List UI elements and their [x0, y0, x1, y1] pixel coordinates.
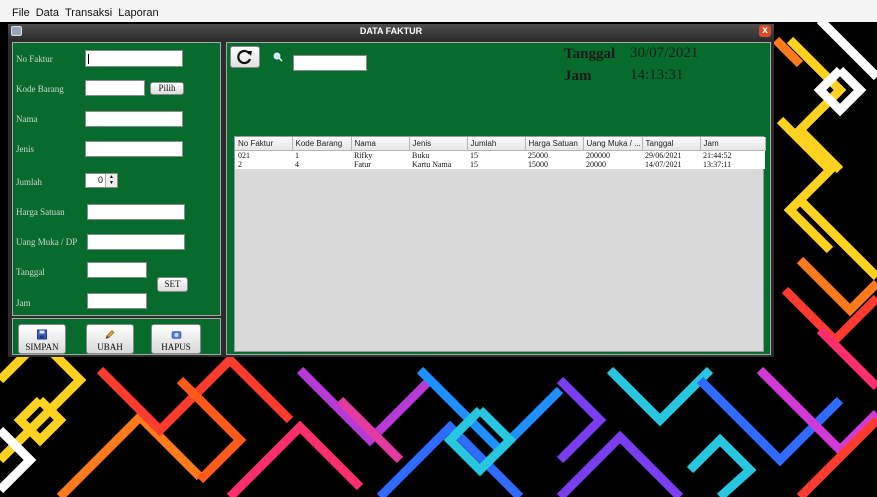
label-jenis: Jenis: [16, 144, 34, 154]
kode-barang-input[interactable]: [85, 80, 145, 96]
window-titlebar[interactable]: DATA FAKTUR x: [8, 24, 774, 39]
table-cell: Kartu Nama: [409, 160, 467, 169]
column-header[interactable]: Kode Barang: [292, 137, 352, 151]
label-harga-satuan: Harga Satuan: [16, 207, 65, 217]
table-cell: 15: [467, 160, 525, 169]
search-icon[interactable]: [273, 52, 283, 62]
tanggal-input[interactable]: [87, 262, 147, 278]
table-cell: 200000: [583, 150, 642, 160]
column-header[interactable]: No Faktur: [235, 137, 293, 151]
hapus-button[interactable]: HAPUS: [151, 324, 201, 354]
hapus-label: HAPUS: [161, 342, 191, 352]
jam-clock-value: 14:13:31: [630, 67, 684, 83]
no-faktur-input[interactable]: [85, 50, 183, 67]
data-faktur-window: DATA FAKTUR x No Faktur Kode Barang Pili…: [8, 24, 774, 357]
jumlah-spinner[interactable]: 0 ▲ ▼: [85, 173, 118, 188]
spinner-arrows-icon[interactable]: ▲ ▼: [105, 174, 117, 187]
table-cell: 14/07/2021: [642, 160, 700, 169]
label-nama: Nama: [16, 114, 38, 124]
table-cell: 15000: [525, 160, 583, 169]
table-cell: 1: [292, 150, 351, 160]
jumlah-value: 0: [97, 175, 103, 185]
column-header[interactable]: Nama: [351, 137, 410, 151]
table-cell: 21:44:52: [700, 150, 765, 160]
table-row[interactable]: 021 1 Rifky Buku 15 25000 200000 29/06/2…: [235, 150, 765, 160]
delete-icon: [171, 331, 181, 339]
ubah-button[interactable]: UBAH: [86, 324, 134, 354]
uang-muka-input[interactable]: [87, 234, 185, 250]
refresh-button[interactable]: [230, 46, 260, 68]
table-cell: Fatur: [351, 160, 409, 169]
menu-bar: File Data Transaksi Laporan: [0, 0, 877, 22]
tanggal-clock-value: 30/07/2021: [630, 45, 699, 61]
form-panel: No Faktur Kode Barang Pilih Nama Jenis J…: [12, 42, 221, 316]
window-title: DATA FAKTUR: [359, 26, 423, 36]
column-header[interactable]: Harga Satuan: [525, 137, 584, 151]
table-row[interactable]: 2 4 Fatur Kartu Nama 15 15000 20000 14/0…: [235, 160, 765, 169]
simpan-label: SIMPAN: [25, 342, 59, 352]
menu-data[interactable]: Data: [36, 7, 59, 22]
set-button[interactable]: SET: [157, 277, 188, 292]
simpan-button[interactable]: SIMPAN: [18, 324, 66, 354]
menu-file[interactable]: File: [12, 7, 30, 22]
refresh-icon: [237, 49, 252, 65]
column-header[interactable]: Jam: [700, 137, 766, 151]
column-header[interactable]: Jumlah: [467, 137, 526, 151]
ubah-label: UBAH: [97, 342, 123, 352]
harga-satuan-input[interactable]: [87, 204, 185, 220]
table-cell: 021: [235, 150, 292, 160]
menu-laporan[interactable]: Laporan: [118, 7, 158, 22]
table-cell: 4: [292, 160, 351, 169]
jenis-input[interactable]: [85, 141, 183, 157]
table-cell: Buku: [409, 150, 467, 160]
tanggal-clock-label: Tanggal: [564, 46, 616, 62]
table-cell: 13:37:11: [700, 160, 765, 169]
window-menu-icon[interactable]: [11, 26, 22, 36]
label-jam: Jam: [16, 298, 31, 308]
data-panel: Tanggal 30/07/2021 Jam 14:13:31 No Faktu…: [226, 42, 771, 355]
column-header[interactable]: Uang Muka / ...: [583, 137, 643, 151]
save-icon: [37, 329, 47, 340]
table-cell: 2: [235, 160, 292, 169]
table-header-row: No Faktur Kode Barang Nama Jenis Jumlah …: [235, 137, 766, 151]
menu-transaksi[interactable]: Transaksi: [65, 7, 112, 22]
table-cell: Rifky: [351, 150, 409, 160]
label-tanggal: Tanggal: [16, 267, 45, 277]
close-icon[interactable]: x: [759, 25, 771, 37]
search-input[interactable]: [293, 55, 367, 71]
table-cell: 15: [467, 150, 525, 160]
label-jumlah: Jumlah: [16, 177, 42, 187]
label-uang-muka: Uang Muka / DP: [16, 237, 78, 247]
nama-input[interactable]: [85, 111, 183, 127]
label-no-faktur: No Faktur: [16, 54, 53, 64]
pencil-icon: [105, 330, 115, 339]
label-kode-barang: Kode Barang: [16, 84, 64, 94]
column-header[interactable]: Jenis: [409, 137, 468, 151]
jam-clock-label: Jam: [564, 68, 592, 84]
table-cell: 29/06/2021: [642, 150, 700, 160]
table-cell: 25000: [525, 150, 583, 160]
action-button-panel: SIMPAN UBAH HAPUS: [12, 318, 221, 355]
table-cell: 20000: [583, 160, 642, 169]
column-header[interactable]: Tanggal: [642, 137, 701, 151]
jam-input[interactable]: [87, 293, 147, 309]
pilih-button[interactable]: Pilih: [150, 82, 184, 95]
faktur-table: No Faktur Kode Barang Nama Jenis Jumlah …: [234, 136, 766, 352]
